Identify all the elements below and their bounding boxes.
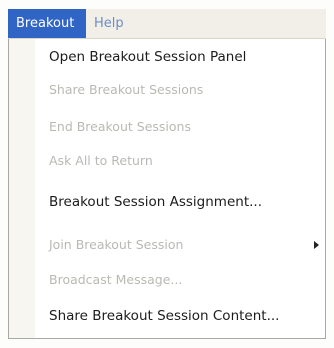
menu-item-share-breakout-sessions: Share Breakout Sessions [49,82,204,97]
menu-item-open-breakout-session-panel[interactable]: Open Breakout Session Panel [49,45,305,69]
menu-item-end-breakout-sessions: End Breakout Sessions [49,119,191,134]
menu-breakout[interactable]: Breakout [8,9,86,38]
app-frame: Breakout Help Open Breakout Session Pane… [0,0,334,348]
menu-icon-gutter [9,39,35,338]
menu-item-breakout-session-assignment[interactable]: Breakout Session Assignment... [49,190,305,214]
submenu-arrow-icon [314,241,319,249]
breakout-dropdown-menu: Open Breakout Session Panel Share Breako… [8,39,326,339]
menu-item-ask-all-to-return: Ask All to Return [49,153,153,168]
menu-item-share-breakout-session-content[interactable]: Share Breakout Session Content... [49,304,305,328]
menu-bar: Breakout Help [8,9,326,39]
menu-item-broadcast-message: Broadcast Message... [49,272,183,287]
menu-item-join-breakout-session: Join Breakout Session [49,233,319,257]
menu-help[interactable]: Help [86,9,132,38]
menu-item-join-breakout-session-label: Join Breakout Session [49,237,184,252]
